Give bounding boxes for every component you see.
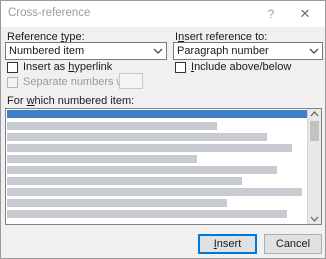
numbered-items-listbox[interactable] bbox=[5, 108, 322, 225]
list-item[interactable] bbox=[7, 199, 227, 207]
include-above-below-option[interactable]: Include above/below bbox=[175, 61, 315, 75]
chevron-down-icon bbox=[309, 48, 319, 54]
list-item[interactable] bbox=[7, 177, 242, 185]
cancel-button[interactable]: Cancel bbox=[264, 234, 322, 254]
insert-as-hyperlink-label: Insert as hyperlink bbox=[23, 61, 113, 73]
list-item[interactable] bbox=[7, 210, 287, 218]
include-above-below-label: Include above/below bbox=[191, 61, 292, 73]
insert-button[interactable]: Insert bbox=[198, 234, 257, 254]
title-bar: Cross-reference ? ✕ bbox=[1, 1, 325, 27]
list-item[interactable] bbox=[7, 188, 302, 196]
reference-type-value: Numbered item bbox=[9, 45, 85, 57]
list-item[interactable] bbox=[7, 110, 307, 118]
window-title: Cross-reference bbox=[8, 7, 91, 19]
separator-input bbox=[119, 73, 143, 89]
reference-type-select[interactable]: Numbered item bbox=[5, 42, 167, 60]
list-item[interactable] bbox=[7, 144, 292, 152]
list-item[interactable] bbox=[7, 133, 267, 141]
scroll-up-arrow-icon[interactable] bbox=[308, 109, 321, 119]
numbered-item-list-label: For which numbered item: bbox=[7, 95, 135, 107]
insert-reference-to-value: Paragraph number bbox=[177, 45, 269, 57]
insert-reference-to-select[interactable]: Paragraph number bbox=[173, 42, 323, 60]
list-item[interactable] bbox=[7, 155, 197, 163]
close-button[interactable]: ✕ bbox=[292, 4, 318, 24]
list-item[interactable] bbox=[7, 166, 277, 174]
scroll-down-arrow-icon[interactable] bbox=[308, 214, 321, 224]
list-scrollbar[interactable] bbox=[307, 109, 321, 224]
separate-numbers-checkbox bbox=[7, 77, 18, 88]
chevron-down-icon bbox=[153, 48, 163, 54]
help-button[interactable]: ? bbox=[260, 4, 282, 24]
scrollbar-thumb[interactable] bbox=[310, 121, 319, 141]
cross-reference-dialog: Cross-reference ? ✕ Reference type: Numb… bbox=[0, 0, 326, 259]
list-item[interactable] bbox=[7, 122, 217, 130]
insert-as-hyperlink-checkbox[interactable] bbox=[7, 62, 18, 73]
separate-numbers-option: Separate numbers with bbox=[7, 76, 136, 90]
include-above-below-checkbox[interactable] bbox=[175, 62, 186, 73]
